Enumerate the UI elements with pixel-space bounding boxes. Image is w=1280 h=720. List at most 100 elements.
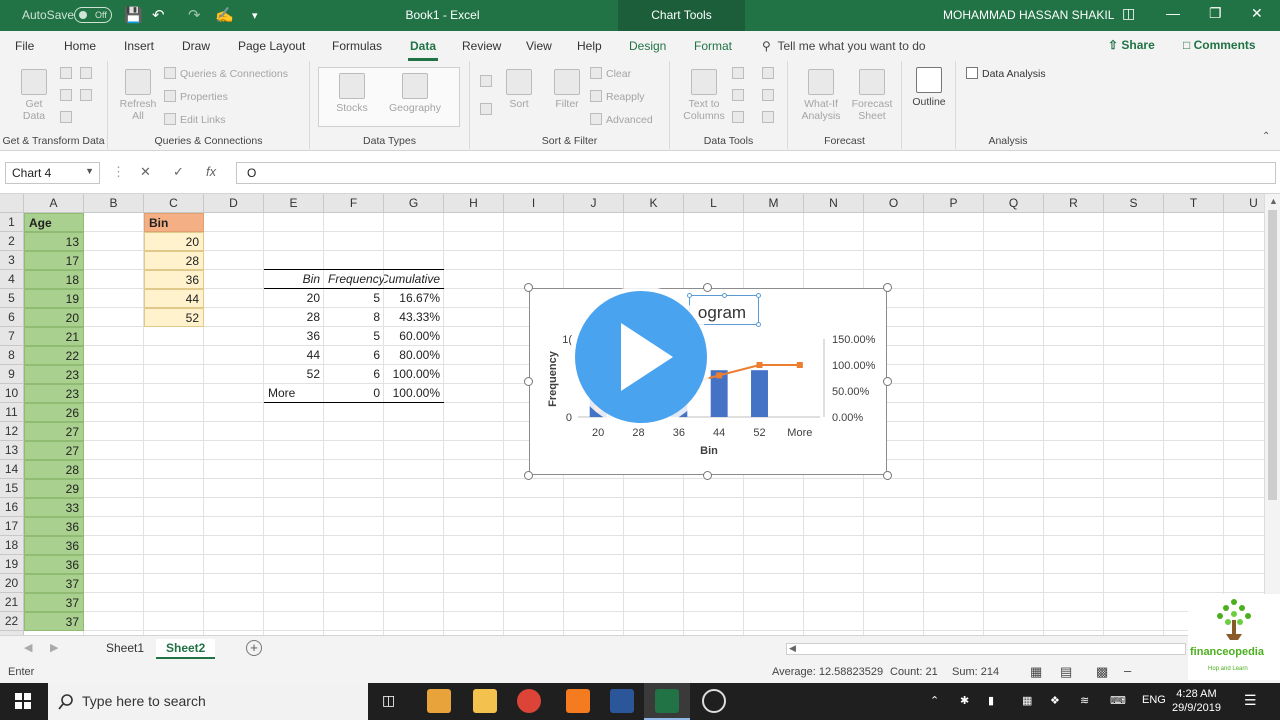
bin-cell[interactable]: 20 [144,232,204,251]
age-cell[interactable]: 28 [24,460,84,479]
vertical-scrollbar[interactable]: ▲ [1264,194,1280,635]
column-header[interactable]: R [1044,194,1104,213]
hscroll-left-icon[interactable]: ◀ [789,643,796,654]
cumulative-marker[interactable] [756,362,763,368]
y2-tick-label[interactable]: 150.00% [832,334,876,346]
x-tick-label[interactable]: 36 [673,427,685,439]
row-header[interactable]: 19 [0,555,24,574]
forecast-sheet-button[interactable]: Forecast Sheet [848,69,896,122]
bin-cell[interactable]: 52 [144,308,204,327]
tab-draw[interactable]: Draw [182,39,210,53]
column-header[interactable]: K [624,194,684,213]
column-header[interactable]: I [504,194,564,213]
tab-review[interactable]: Review [462,39,501,53]
y-tick-label[interactable]: 0 [566,412,572,424]
status-sum[interactable]: Sum: 214 [952,666,999,678]
from-text-button[interactable] [60,67,76,80]
row-header[interactable]: 11 [0,403,24,422]
output-cell[interactable]: 28 [264,308,324,327]
normal-view-icon[interactable]: ▦ [1030,664,1042,680]
existing-connections-button[interactable] [60,111,76,124]
column-header[interactable]: D [204,194,264,213]
properties-button[interactable]: Properties [164,90,228,103]
row-header[interactable]: 2 [0,232,24,251]
bin-header-cell[interactable]: Bin [144,213,204,232]
tell-me-search[interactable]: ⚲ Tell me what you want to do [762,39,926,53]
age-cell[interactable]: 17 [24,251,84,270]
age-cell[interactable]: 29 [24,479,84,498]
tab-view[interactable]: View [526,39,552,53]
age-cell[interactable]: 36 [24,536,84,555]
row-header[interactable]: 22 [0,612,24,631]
close-icon[interactable]: ✕ [1251,5,1263,22]
bluetooth-icon[interactable]: ✱ [960,694,969,707]
collapse-ribbon-icon[interactable]: ⌃ [1262,131,1270,142]
age-cell[interactable]: 37 [24,612,84,631]
chrome-icon[interactable] [517,689,541,713]
remove-duplicates-button[interactable] [732,89,748,102]
title-handle[interactable] [756,322,761,327]
geography-button[interactable]: Geography [388,73,442,114]
row-header[interactable]: 3 [0,251,24,270]
recorder-app-icon[interactable] [566,689,590,713]
chart-resize-handle[interactable] [883,283,892,292]
tab-formulas[interactable]: Formulas [332,39,382,53]
cancel-entry-icon[interactable]: ✕ [140,164,151,180]
page-layout-view-icon[interactable]: ▤ [1060,664,1072,680]
output-cell[interactable]: 52 [264,365,324,384]
chart-resize-handle[interactable] [883,471,892,480]
page-break-view-icon[interactable]: ▩ [1096,664,1108,680]
tab-help[interactable]: Help [577,39,602,53]
dropbox-icon[interactable]: ❖ [1050,694,1060,707]
row-header[interactable]: 1 [0,213,24,232]
taskbar-search[interactable]: Type here to search [48,683,368,720]
chart-resize-handle[interactable] [883,377,892,386]
row-header[interactable]: 14 [0,460,24,479]
row-header[interactable]: 16 [0,498,24,517]
chart-resize-handle[interactable] [524,283,533,292]
row-header[interactable]: 17 [0,517,24,536]
minimize-icon[interactable]: — [1166,5,1180,21]
output-cell[interactable]: 80.00% [384,346,444,365]
status-count[interactable]: Count: 21 [890,666,938,678]
y2-tick-label[interactable]: 100.00% [832,360,876,372]
column-header[interactable]: P [924,194,984,213]
status-average[interactable]: Average: 12.58823529 [772,666,883,678]
row-header[interactable]: 4 [0,270,24,289]
edit-links-button[interactable]: Edit Links [164,113,226,126]
row-header[interactable]: 18 [0,536,24,555]
advanced-button[interactable]: Advanced [590,113,653,126]
y2-tick-label[interactable]: 0.00% [832,412,863,424]
chart-title-selection[interactable] [687,293,761,327]
age-cell[interactable]: 26 [24,403,84,422]
x-axis-title[interactable]: Bin [700,445,718,457]
title-handle[interactable] [687,293,692,298]
queries-connections-button[interactable]: Queries & Connections [164,67,288,80]
refresh-all-button[interactable]: Refresh All [116,69,160,122]
what-if-button[interactable]: What-If Analysis [796,69,846,122]
row-header[interactable]: 8 [0,346,24,365]
output-cell[interactable]: 43.33% [384,308,444,327]
reapply-button[interactable]: Reapply [590,90,645,103]
recent-sources-button[interactable] [80,89,96,102]
output-cell[interactable]: 16.67% [384,289,444,308]
scroll-left-icon[interactable]: ◀ [24,641,32,654]
chart-resize-handle[interactable] [524,471,533,480]
user-name[interactable]: MOHAMMAD HASSAN SHAKIL [943,8,1114,22]
scroll-up-icon[interactable]: ▲ [1269,196,1278,206]
title-handle[interactable] [756,293,761,298]
column-header[interactable]: Q [984,194,1044,213]
sort-button[interactable]: Sort [504,69,534,110]
column-header[interactable]: T [1164,194,1224,213]
language-indicator[interactable]: ENG [1142,694,1166,706]
output-cell[interactable]: 44 [264,346,324,365]
stocks-button[interactable]: Stocks [330,73,374,114]
title-handle[interactable] [722,293,727,298]
tab-data[interactable]: Data [407,39,439,61]
flash-fill-button[interactable] [732,67,748,80]
get-data-button[interactable]: Get Data [14,69,54,122]
x-tick-label[interactable]: 52 [753,427,765,439]
output-cell[interactable]: 100.00% [384,365,444,384]
age-cell[interactable]: 36 [24,517,84,536]
bin-cell[interactable]: 36 [144,270,204,289]
